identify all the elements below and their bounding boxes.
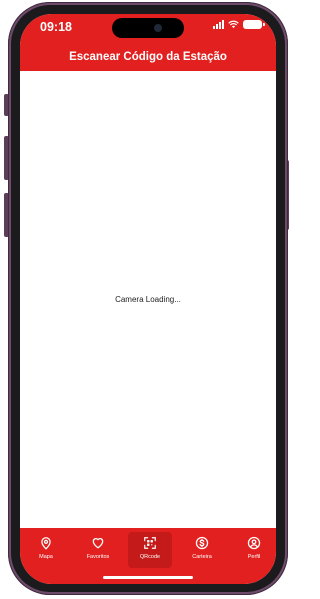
bottom-tab-bar: Mapa Favoritos QRcode Carteira Perfil [20,528,276,584]
tab-favoritos[interactable]: Favoritos [76,532,120,568]
battery-icon [243,20,265,29]
status-icons [213,20,265,29]
map-pin-icon [41,537,51,550]
signal-icon [213,20,224,29]
tab-perfil[interactable]: Perfil [232,532,276,568]
qrcode-icon [144,537,156,549]
user-icon [247,536,261,550]
page-title: Escanear Código da Estação [69,51,227,63]
camera-loading-text: Camera Loading... [115,295,181,304]
wifi-icon [228,20,239,29]
status-time: 09:18 [40,20,72,34]
heart-icon [92,538,104,549]
app-header: 09:18 Escanear Código da Estação [20,14,276,71]
tab-label: Perfil [247,554,261,560]
home-indicator[interactable] [103,576,193,579]
dynamic-island [112,18,184,38]
tab-label: Favoritos [86,554,110,560]
dollar-coin-icon [195,536,209,550]
tab-carteira[interactable]: Carteira [180,532,224,568]
tab-label: Carteira [192,554,212,560]
tab-label: QRcode [139,554,161,560]
camera-lens [154,24,162,32]
tab-qrcode[interactable]: QRcode [128,532,172,568]
phone-screen: 09:18 Escanear Código da Estação Camera … [20,14,276,584]
tab-label: Mapa [39,554,53,560]
tab-mapa[interactable]: Mapa [24,532,68,568]
